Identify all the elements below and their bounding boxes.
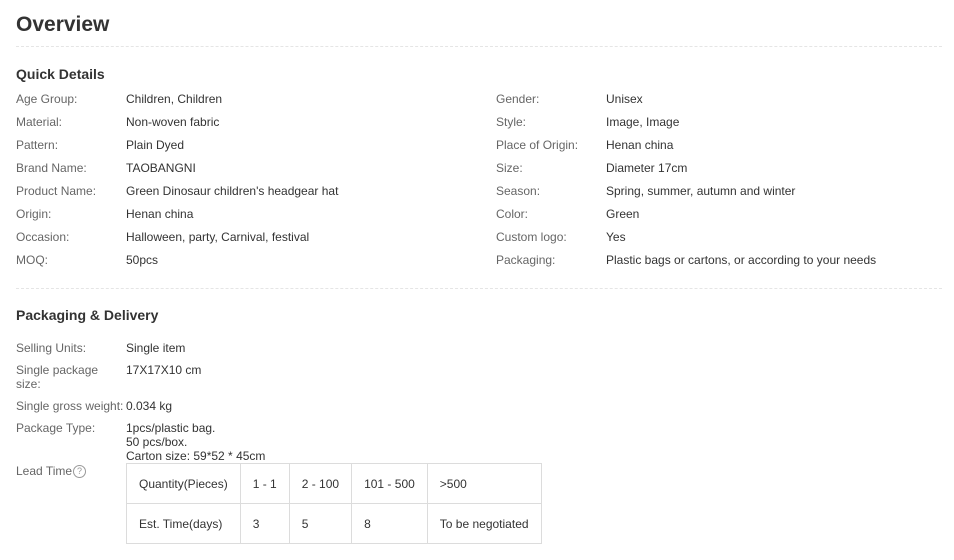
selling-units-label: Selling Units: [16,341,87,355]
selling-units-value: Single item [126,341,186,355]
table-cell: 3 [239,503,290,544]
detail-label: Color: [496,207,529,221]
package-type-line: Carton size: 59*52 * 45cm [126,449,266,463]
detail-label: Product Name: [16,184,97,198]
lead-time-row: Lead Time ? [16,464,126,478]
detail-value: Non-woven fabric [126,115,220,129]
detail-label: Brand Name: [16,161,87,175]
detail-value: Henan china [126,207,194,221]
gross-weight-value: 0.034 kg [126,399,173,413]
package-type-line: 50 pcs/box. [126,435,188,449]
table-cell: 2 - 100 [288,463,353,504]
detail-label: Packaging: [496,253,556,267]
package-size-value: 17X17X10 cm [126,363,202,377]
detail-row: Packaging: Plastic bags or cartons, or ac… [496,253,946,276]
detail-value: Green Dinosaur children's headgear hat [126,184,339,198]
divider [16,288,942,289]
packaging-delivery-heading: Packaging & Delivery [16,307,159,323]
detail-row: Material: Non-woven fabric [16,115,496,138]
quick-details-heading: Quick Details [16,66,105,82]
detail-value: Yes [606,230,626,244]
detail-row: Origin: Henan china [16,207,496,230]
detail-value: Halloween, party, Carnival, festival [126,230,310,244]
table-cell: To be negotiated [426,503,542,544]
detail-value: 50pcs [126,253,159,267]
detail-label: Origin: [16,207,52,221]
detail-value: Image, Image [606,115,680,129]
detail-value: Children, Children [126,92,223,106]
detail-row: Season: Spring, summer, autumn and winter [496,184,946,207]
table-cell: Quantity(Pieces) [126,463,241,504]
detail-label: Season: [496,184,541,198]
detail-value: Green [606,207,640,221]
divider [16,46,942,47]
package-size-row: Single package size: 17X17X10 cm [16,363,265,391]
detail-row: Place of Origin: Henan china [496,138,946,161]
detail-row: Gender: Unisex [496,92,946,115]
table-cell: 1 - 1 [239,463,290,504]
table-cell: 101 - 500 [351,463,428,504]
lead-time-label-wrap: Lead Time ? [16,464,126,478]
detail-label: Gender: [496,92,540,106]
gross-weight-label: Single gross weight: [16,399,124,413]
detail-row: MOQ: 50pcs [16,253,496,276]
detail-row: Product Name: Green Dinosaur children's h… [16,184,496,207]
detail-value: Spring, summer, autumn and winter [606,184,796,198]
detail-row: Style: Image, Image [496,115,946,138]
table-cell: 5 [288,503,353,544]
gross-weight-row: Single gross weight: 0.034 kg [16,399,265,413]
quick-details-grid: Age Group: Children, Children Gender: Unise… [16,92,946,276]
detail-label: Custom logo: [496,230,567,244]
detail-row: Size: Diameter 17cm [496,161,946,184]
package-size-label: Single package size: [16,363,99,391]
detail-label: Material: [16,115,63,129]
selling-units-row: Selling Units: Single item [16,341,265,355]
detail-label: Size: [496,161,523,175]
detail-label: Style: [496,115,527,129]
detail-label: Pattern: [16,138,59,152]
detail-row: Color: Green [496,207,946,230]
detail-label: Age Group: [16,92,78,106]
detail-value: Plastic bags or cartons, or according to… [606,253,877,267]
package-type-line: 1pcs/plastic bag. [126,421,216,435]
table-cell: >500 [426,463,542,504]
detail-row: Occasion: Halloween, party, Carnival, fes… [16,230,496,253]
detail-value: Diameter 17cm [606,161,688,175]
detail-value: Unisex [606,92,643,106]
detail-value: Henan china [606,138,674,152]
detail-value: Plain Dyed [126,138,185,152]
table-cell: 8 [351,503,428,544]
detail-row: Age Group: Children, Children [16,92,496,115]
detail-row: Brand Name: TAOBANGNI [16,161,496,184]
detail-row: Pattern: Plain Dyed [16,138,496,161]
lead-time-label: Lead Time [16,464,73,478]
detail-label: Occasion: [16,230,70,244]
packaging-details: Selling Units: Single item Single packag… [16,341,265,471]
detail-value: TAOBANGNI [126,161,196,175]
detail-row: Custom logo: Yes [496,230,946,253]
detail-label: Place of Origin: [496,138,579,152]
package-type-value: 1pcs/plastic bag. 50 pcs/box. Carton siz… [126,421,265,463]
page-title: Overview [16,13,110,36]
package-type-label: Package Type: [16,421,96,435]
lead-time-table: Quantity(Pieces) 1 - 1 2 - 100 101 - 500… [126,463,542,544]
table-cell: Est. Time(days) [126,503,241,544]
lead-time-data-row: Est. Time(days) 3 5 8 To be negotiated [126,503,542,544]
detail-label: MOQ: [16,253,48,267]
question-circle-icon[interactable]: ? [73,465,87,478]
lead-time-header-row: Quantity(Pieces) 1 - 1 2 - 100 101 - 500… [126,463,542,504]
package-type-row: Package Type: 1pcs/plastic bag. 50 pcs/b… [16,421,265,463]
